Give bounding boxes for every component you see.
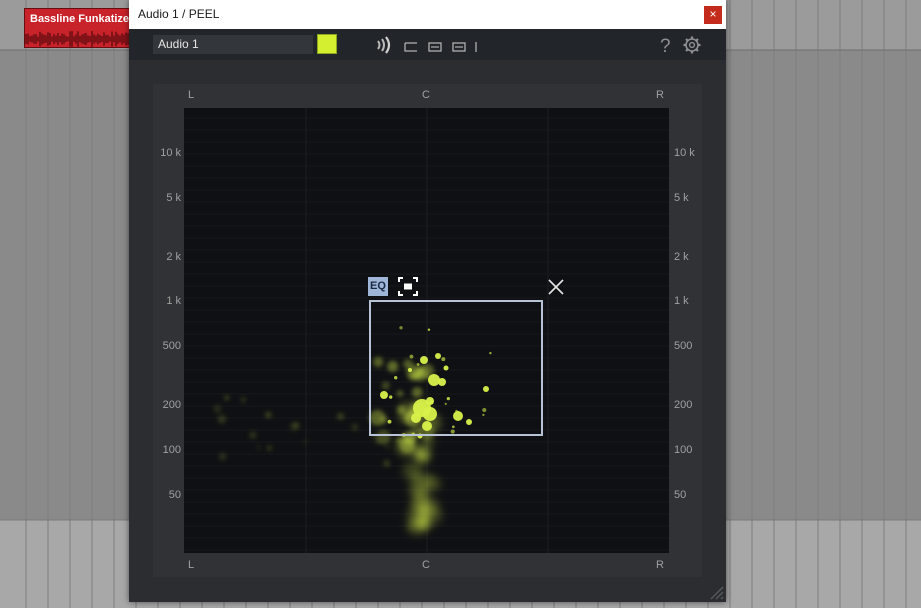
audio-clip[interactable]: Bassline Funkatizer 2: [24, 8, 132, 48]
audio-clip-waveform: [25, 31, 131, 47]
sound-dot: [303, 440, 308, 444]
sound-dot: [213, 404, 222, 413]
pan-label-right-top: R: [656, 89, 664, 101]
audio-clip-title: Bassline Funkatizer 2: [30, 13, 132, 25]
freq-label-left: 500: [162, 340, 181, 352]
sound-dot: [385, 444, 390, 449]
sound-dot: [219, 453, 227, 461]
freq-label-left: 100: [162, 444, 181, 456]
fit-to-selection-icon[interactable]: [397, 276, 419, 297]
sound-dot: [336, 412, 345, 421]
sound-dot: [399, 438, 415, 453]
sound-dot: [383, 460, 391, 467]
freq-label-right: 200: [674, 399, 693, 411]
visualizer-plot-area[interactable]: EQ: [184, 108, 669, 553]
window-title: Audio 1 / PEEL: [138, 7, 220, 21]
sound-dot: [257, 445, 261, 449]
track-name-field[interactable]: Audio 1: [153, 35, 313, 54]
layout-three-icon[interactable]: [451, 33, 467, 57]
sound-dot: [426, 477, 441, 491]
eq-selection-box[interactable]: [369, 300, 543, 436]
sound-dot: [240, 397, 247, 403]
freq-label-left: 2 k: [166, 251, 181, 263]
sound-dot: [414, 448, 427, 461]
freq-label-left: 50: [168, 489, 181, 501]
freq-label-left: 1 k: [166, 295, 181, 307]
pan-label-center-top: C: [422, 89, 430, 101]
pan-label-left-bottom: L: [188, 559, 195, 571]
sound-dot: [293, 422, 300, 429]
freq-label-right: 5 k: [674, 192, 689, 204]
sound-dot: [264, 411, 272, 419]
pan-label-left-top: L: [188, 89, 195, 101]
help-icon[interactable]: ?: [656, 33, 676, 57]
pan-label-right-bottom: R: [656, 559, 664, 571]
sound-dot: [249, 431, 257, 439]
freq-label-right: 1 k: [674, 295, 689, 307]
close-selection-icon[interactable]: [546, 277, 566, 297]
sound-dot: [351, 423, 359, 431]
plugin-header: Audio 1 ?: [129, 29, 726, 60]
pan-label-center-bottom: C: [422, 559, 430, 571]
freq-label-left: 5 k: [166, 192, 181, 204]
sound-dot: [410, 494, 430, 513]
sound-dot: [410, 470, 423, 482]
freq-label-right: 500: [674, 340, 693, 352]
freq-label-right: 10 k: [674, 147, 695, 159]
sound-dot: [266, 445, 273, 451]
sound-dot: [416, 485, 427, 495]
window-close-button[interactable]: ×: [704, 6, 722, 24]
speaker-waves-icon[interactable]: [373, 33, 397, 57]
window-titlebar[interactable]: Audio 1 / PEEL ×: [129, 0, 726, 30]
layout-one-icon[interactable]: [403, 33, 419, 57]
sound-dot: [416, 517, 432, 532]
freq-label-left: 200: [162, 399, 181, 411]
freq-label-left: 10 k: [160, 147, 181, 159]
track-color-swatch[interactable]: [317, 34, 337, 54]
settings-gear-icon[interactable]: [681, 33, 703, 57]
sound-dot: [217, 414, 227, 424]
plugin-window: Audio 1 / PEEL × Audio 1 ? L C R L C R 1…: [129, 0, 726, 602]
sound-dot: [224, 395, 230, 401]
freq-label-right: 100: [674, 444, 693, 456]
freq-label-right: 50: [674, 489, 687, 501]
freq-label-right: 2 k: [674, 251, 689, 263]
cursor-icon[interactable]: [472, 33, 480, 57]
resize-grip-icon[interactable]: [702, 578, 724, 600]
stereo-frequency-visualizer: L C R L C R 10 k 5 k 2 k 1 k 500 200 100…: [153, 84, 702, 577]
eq-badge[interactable]: EQ: [368, 277, 388, 296]
layout-two-icon[interactable]: [427, 33, 443, 57]
svg-text:?: ?: [660, 36, 671, 57]
